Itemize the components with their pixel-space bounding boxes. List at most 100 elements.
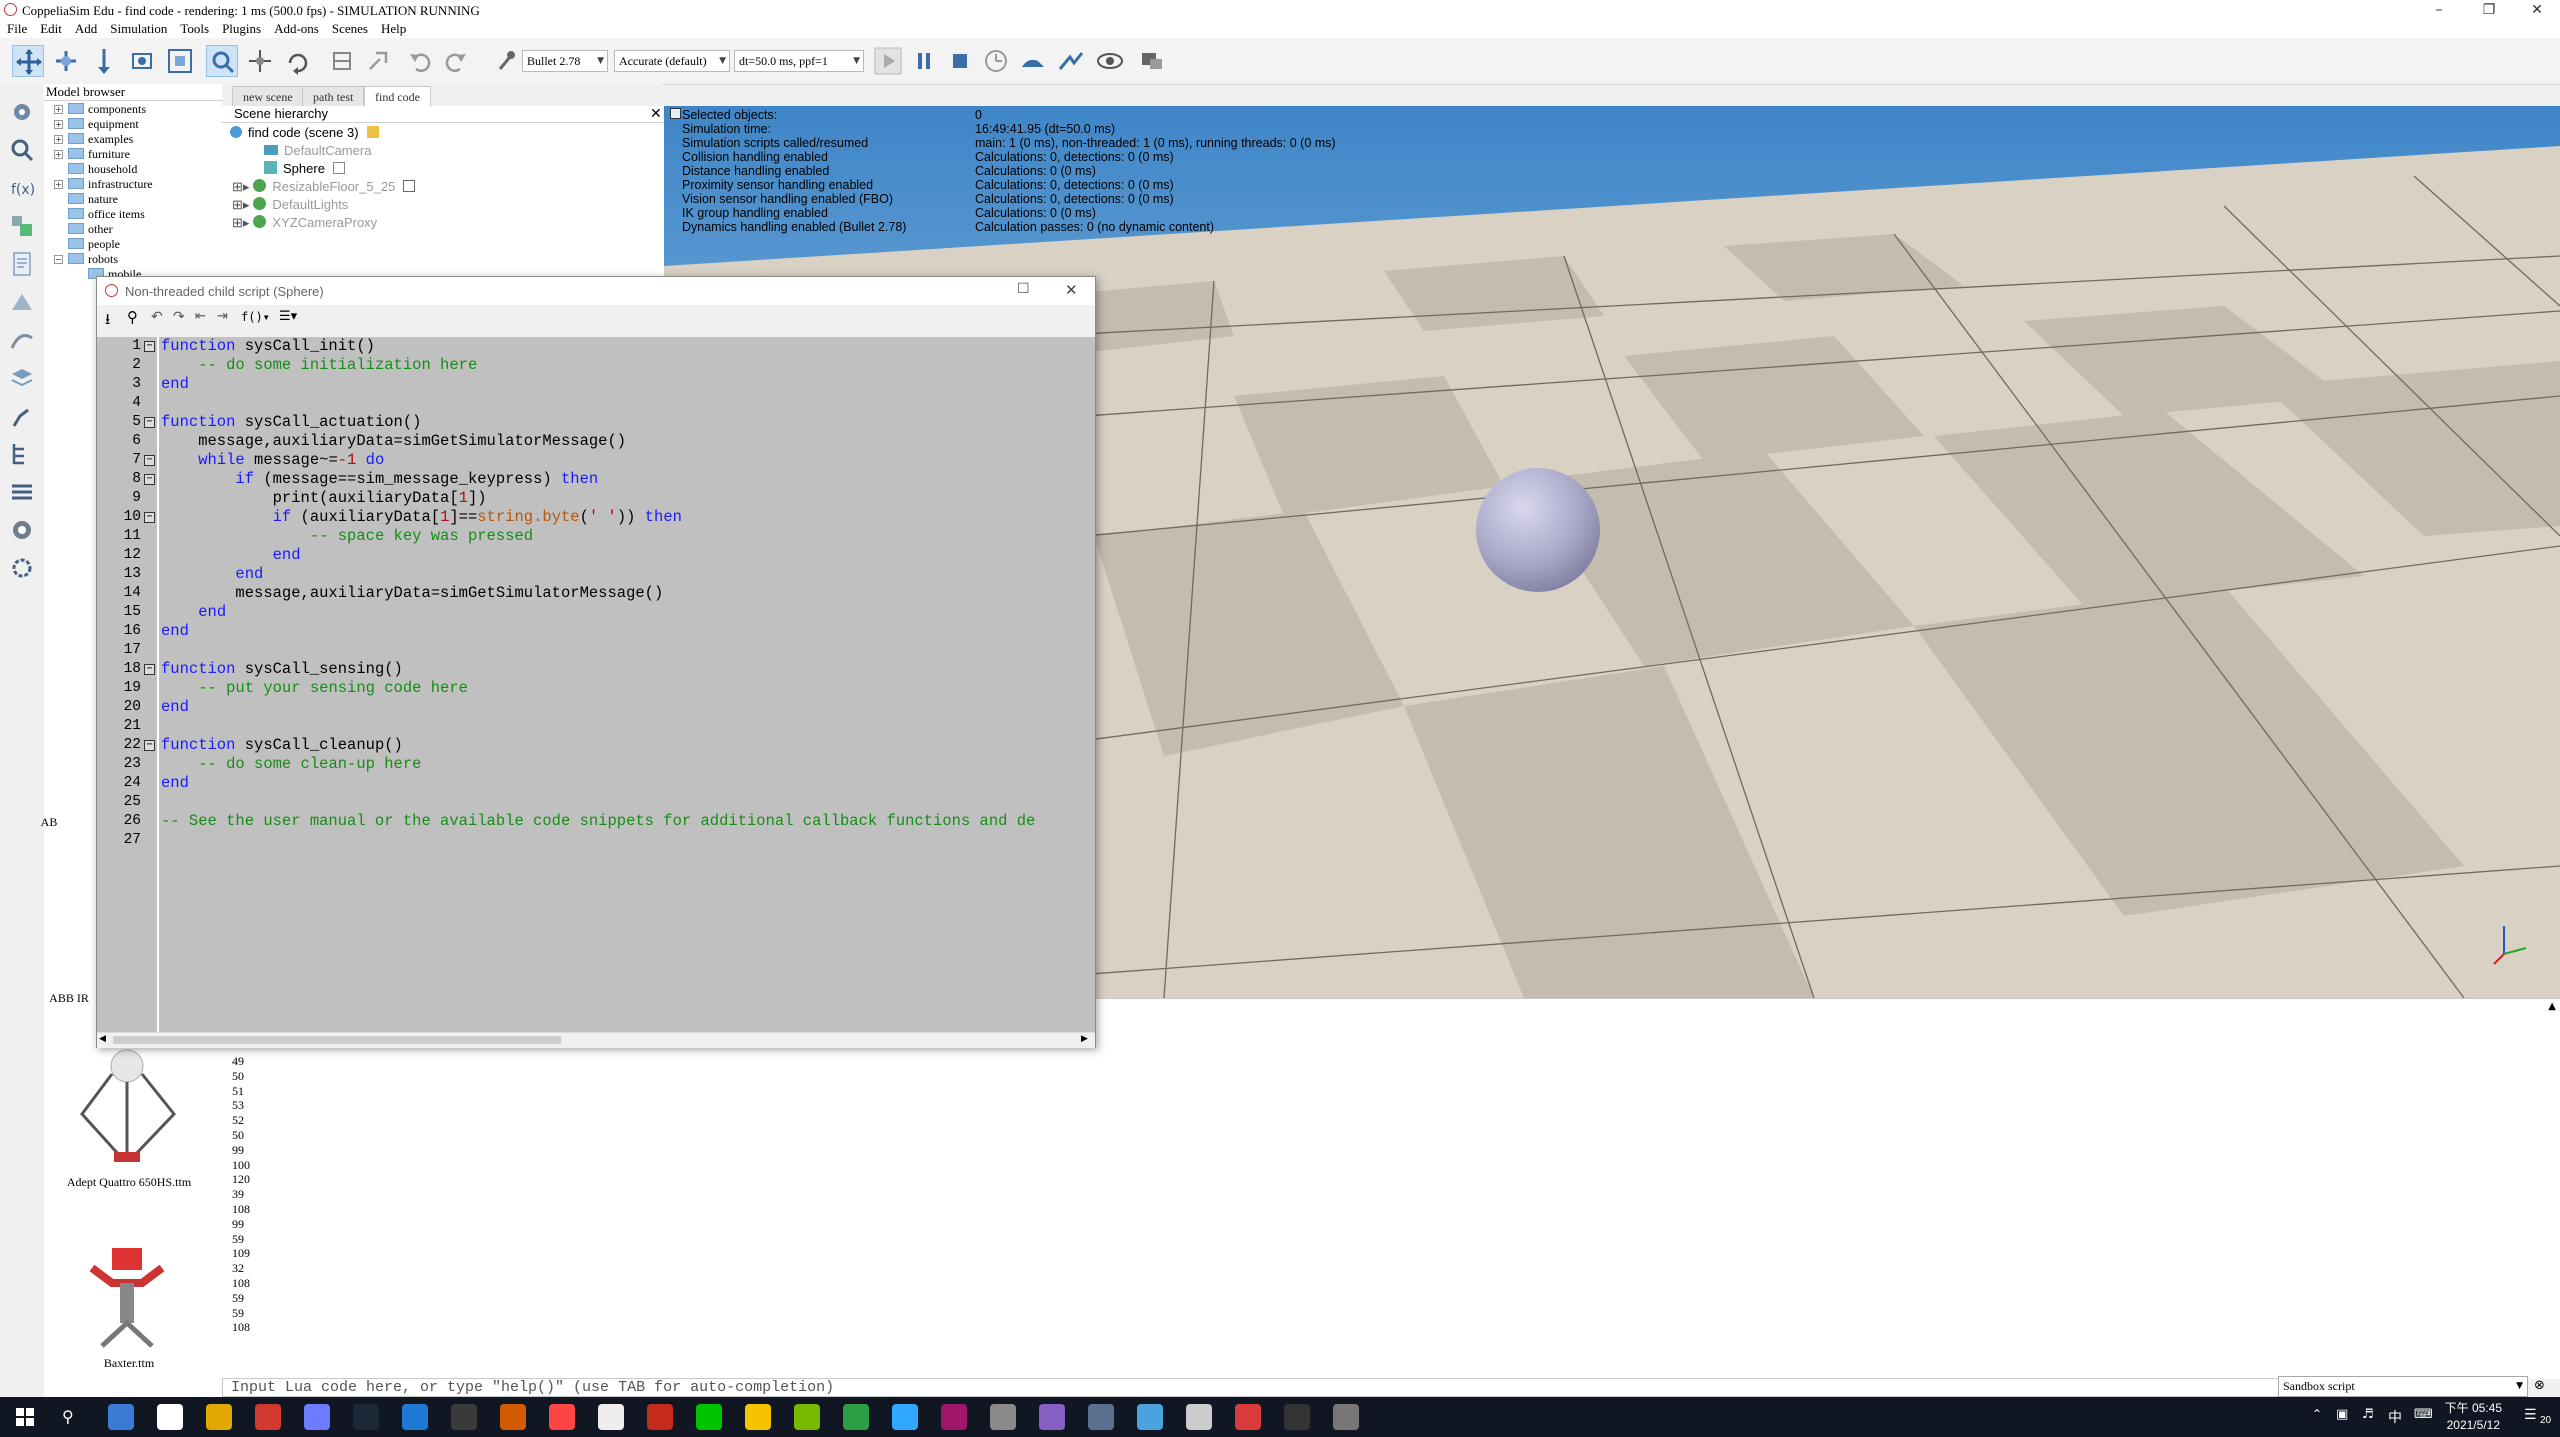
- expand-icon[interactable]: ⊞▸: [232, 215, 249, 230]
- folder-people[interactable]: people: [54, 237, 120, 252]
- close-icon[interactable]: ✕: [1065, 281, 1078, 299]
- adept-quattro-thumbnail[interactable]: [62, 1044, 192, 1174]
- assemble-icon[interactable]: [326, 45, 358, 77]
- scrollbar-thumb[interactable]: [113, 1036, 561, 1044]
- tools-gear-icon[interactable]: [6, 552, 38, 584]
- folder-furniture[interactable]: + furniture: [54, 147, 130, 162]
- tab-path-test[interactable]: path test: [302, 86, 365, 106]
- script-icon[interactable]: [403, 180, 416, 192]
- scripts-icon[interactable]: [6, 248, 38, 280]
- menu-file[interactable]: File: [0, 20, 33, 37]
- indent-icon[interactable]: ⇥: [217, 309, 228, 324]
- menu-plugins[interactable]: Plugins: [215, 20, 267, 37]
- scene-hierarchy-toggle-icon[interactable]: [6, 438, 38, 470]
- taskbar-app-icon[interactable]: [990, 1404, 1016, 1430]
- scroll-right-icon[interactable]: ▶: [1081, 1034, 1088, 1044]
- menu-edit[interactable]: Edit: [33, 20, 68, 37]
- path-edit-icon[interactable]: [6, 324, 38, 356]
- taskbar-app-icon[interactable]: [892, 1404, 918, 1430]
- snippets-menu-icon[interactable]: ☰▾: [279, 309, 297, 324]
- start-simulation-icon[interactable]: [872, 45, 904, 77]
- close-console-icon[interactable]: ⊗: [2534, 1378, 2545, 1393]
- folder-nature[interactable]: nature: [54, 192, 118, 207]
- horizontal-scrollbar[interactable]: ◀ ▶: [97, 1032, 1095, 1048]
- layers-icon[interactable]: [6, 362, 38, 394]
- taskbar-app-icon[interactable]: [206, 1404, 232, 1430]
- stop-simulation-icon[interactable]: [944, 45, 976, 77]
- script-icon[interactable]: [332, 162, 345, 174]
- taskbar-app-icon[interactable]: [353, 1404, 379, 1430]
- taskbar-app-icon[interactable]: [696, 1404, 722, 1430]
- tray-chevron-icon[interactable]: ⌃: [2312, 1407, 2322, 1421]
- windows-start-icon[interactable]: [16, 1408, 34, 1426]
- code-editor[interactable]: 1−2 3 4 5−6 7−8−9 10−11 12 13 14 15 16 17 18−19 20 21 2…: [97, 337, 1095, 1032]
- calculation-modules-icon[interactable]: f(x): [6, 172, 38, 204]
- scene-root[interactable]: find code (scene 3): [230, 124, 379, 142]
- fold-toggle-icon[interactable]: −: [144, 341, 155, 352]
- collapse-icon[interactable]: −: [54, 255, 63, 264]
- taskbar-app-icon[interactable]: [1088, 1404, 1114, 1430]
- taskbar-app-icon[interactable]: [941, 1404, 967, 1430]
- folder-examples[interactable]: + examples: [54, 132, 133, 147]
- ik-icon[interactable]: [6, 400, 38, 432]
- fold-toggle-icon[interactable]: −: [144, 417, 155, 428]
- speed-up-icon[interactable]: [1056, 45, 1088, 77]
- taskbar-app-icon[interactable]: [1333, 1404, 1359, 1430]
- tree-item-resizablefloor[interactable]: ⊞▸ ResizableFloor_5_25: [232, 178, 416, 196]
- expand-icon[interactable]: ⊞▸: [232, 197, 249, 212]
- minimize-icon[interactable]: –: [2416, 0, 2462, 20]
- close-icon[interactable]: ✕: [2514, 0, 2560, 20]
- clock[interactable]: 下午 05:45 2021/5/12: [2445, 1400, 2502, 1434]
- taskbar-app-icon[interactable]: [1039, 1404, 1065, 1430]
- camera-pan-icon[interactable]: [12, 45, 44, 77]
- search-icon[interactable]: ⚲: [62, 1407, 74, 1426]
- info-toggle-icon[interactable]: [670, 108, 681, 119]
- dynamics-settings-icon[interactable]: [490, 45, 522, 77]
- fold-toggle-icon[interactable]: −: [144, 512, 155, 523]
- expand-icon[interactable]: +: [54, 120, 63, 129]
- camera-rotate-icon[interactable]: [50, 45, 82, 77]
- menu-simulation[interactable]: Simulation: [103, 20, 173, 37]
- fit-to-view-icon[interactable]: [164, 45, 196, 77]
- taskbar-app-icon[interactable]: [1186, 1404, 1212, 1430]
- expand-icon[interactable]: +: [54, 105, 63, 114]
- ime-icon[interactable]: 中: [2388, 1407, 2402, 1427]
- selection-icon[interactable]: [6, 134, 38, 166]
- simulation-settings-icon[interactable]: [6, 96, 38, 128]
- close-panel-icon[interactable]: ✕: [650, 106, 662, 122]
- taskbar-app-icon[interactable]: [647, 1404, 673, 1430]
- taskbar-app-icon[interactable]: [304, 1404, 330, 1430]
- folder-infrastructure[interactable]: + infrastructure: [54, 177, 153, 192]
- taskbar-app-icon[interactable]: [1235, 1404, 1261, 1430]
- keyboard-icon[interactable]: ⌨: [2414, 1407, 2433, 1422]
- tree-item-defaultcamera[interactable]: DefaultCamera: [264, 142, 371, 160]
- sphere-object[interactable]: [1476, 468, 1600, 592]
- unindent-icon[interactable]: ⇤: [195, 309, 206, 324]
- fold-toggle-icon[interactable]: −: [144, 740, 155, 751]
- taskbar-app-icon[interactable]: [500, 1404, 526, 1430]
- apply-icon[interactable]: ⭳: [105, 309, 110, 334]
- expand-icon[interactable]: ⊞▸: [232, 179, 249, 194]
- scene-settings-icon[interactable]: [1136, 45, 1168, 77]
- slow-down-icon[interactable]: [1018, 45, 1050, 77]
- taskbar-app-icon[interactable]: [108, 1404, 134, 1430]
- menu-addons[interactable]: Add-ons: [267, 20, 325, 37]
- camera-opening-icon[interactable]: [126, 45, 158, 77]
- notification-icon[interactable]: ☰: [2524, 1407, 2537, 1423]
- tree-item-defaultlights[interactable]: ⊞▸ DefaultLights: [232, 196, 348, 214]
- folder-office-items[interactable]: office items: [54, 207, 145, 222]
- script-icon[interactable]: [366, 126, 379, 138]
- folder-robots[interactable]: − robots: [54, 252, 118, 267]
- script-editor-titlebar[interactable]: Non-threaded child script (Sphere) ☐ ✕: [97, 277, 1095, 305]
- transfer-dna-icon[interactable]: [362, 45, 394, 77]
- folder-equipment[interactable]: + equipment: [54, 117, 139, 132]
- fold-toggle-icon[interactable]: −: [144, 474, 155, 485]
- taskbar-app-icon[interactable]: [598, 1404, 624, 1430]
- volume-icon[interactable]: ♬: [2362, 1407, 2374, 1422]
- folder-components[interactable]: + components: [54, 102, 146, 117]
- user-settings-icon[interactable]: [6, 514, 38, 546]
- click-select-icon[interactable]: [206, 45, 238, 77]
- menu-tools[interactable]: Tools: [173, 20, 215, 37]
- lua-command-input[interactable]: Input Lua code here, or type "help()" (u…: [222, 1378, 2282, 1397]
- taskbar-app-icon[interactable]: [451, 1404, 477, 1430]
